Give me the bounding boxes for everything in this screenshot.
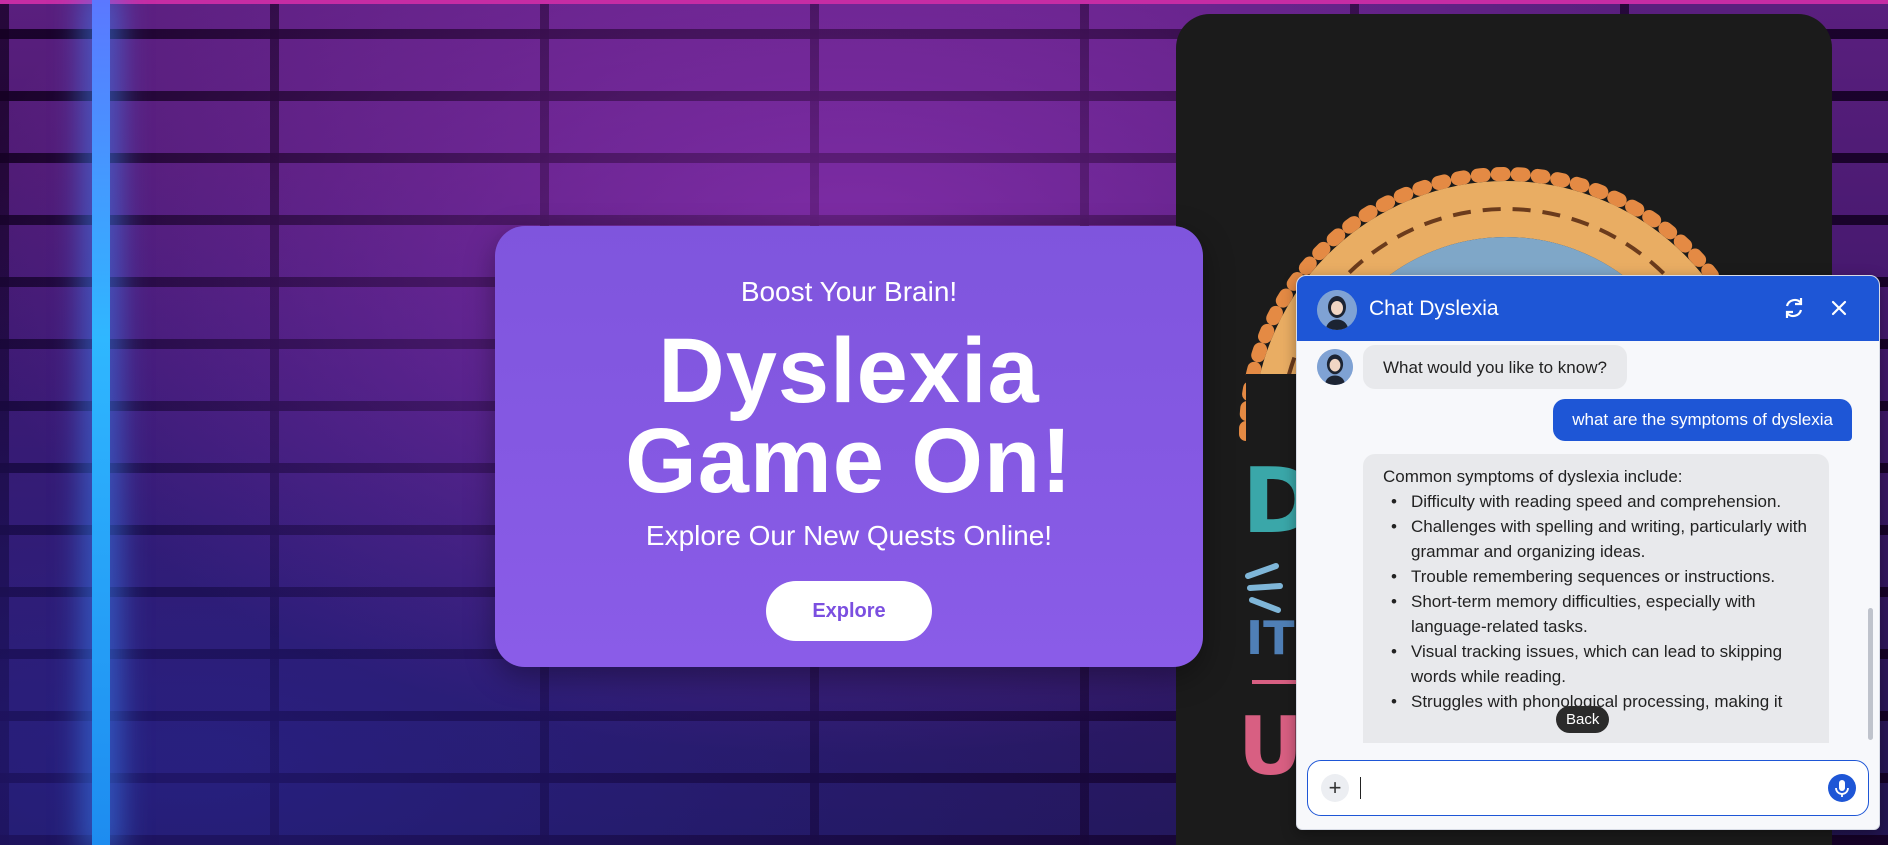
bot-avatar-icon (1317, 349, 1353, 385)
message-avatar (1317, 349, 1353, 385)
chat-title: Chat Dyslexia (1369, 297, 1499, 320)
microphone-icon (1835, 780, 1849, 797)
svg-text:U: U (1238, 700, 1303, 793)
add-attachment-button[interactable]: + (1321, 774, 1349, 802)
message-composer: + (1307, 760, 1869, 816)
hero-title-line-2: Game On! (625, 410, 1073, 512)
chat-scrollbar[interactable] (1868, 608, 1873, 740)
plus-icon: + (1328, 775, 1342, 800)
message-input[interactable] (1358, 773, 1782, 805)
chat-header: Chat Dyslexia (1297, 276, 1879, 341)
chat-widget: Chat Dyslexia What would you like to kno… (1296, 275, 1880, 830)
user-message: what are the symptoms of dyslexia (1553, 399, 1852, 441)
hero-kicker: Boost Your Brain! (740, 276, 958, 307)
microphone-button[interactable] (1828, 774, 1856, 802)
hero-card: Boost Your Brain! Dyslexia Game On! Expl… (495, 226, 1203, 667)
refresh-button[interactable] (1780, 294, 1808, 322)
hero-title: Dyslexia Game On! (495, 320, 1203, 512)
text-caret (1360, 777, 1361, 799)
close-button[interactable] (1825, 294, 1853, 322)
top-accent-strip (0, 0, 1888, 4)
list-item: Challenges with spelling and writing, pa… (1391, 514, 1809, 564)
hero-title-line-1: Dyslexia (658, 320, 1040, 422)
message-list[interactable]: What would you like to know? what are th… (1297, 341, 1879, 743)
close-icon (1831, 300, 1847, 316)
answer-intro: Common symptoms of dyslexia include: (1383, 467, 1683, 486)
bot-answer-message: Common symptoms of dyslexia include: Dif… (1363, 454, 1829, 743)
back-tooltip: Back (1556, 706, 1610, 733)
bot-greeting-message: What would you like to know? (1363, 345, 1627, 389)
bot-avatar (1317, 290, 1357, 330)
list-item: Short-term memory difficulties, especial… (1391, 589, 1809, 639)
list-item: Visual tracking issues, which can lead t… (1391, 639, 1809, 689)
refresh-icon (1785, 298, 1803, 318)
explore-button[interactable]: Explore (766, 581, 932, 641)
list-item: Difficulty with reading speed and compre… (1391, 489, 1809, 514)
symptom-list: Difficulty with reading speed and compre… (1383, 489, 1809, 714)
hero-subtitle: Explore Our New Quests Online! (645, 520, 1053, 551)
bot-avatar-icon (1317, 290, 1357, 330)
list-item: Trouble remembering sequences or instruc… (1391, 564, 1809, 589)
neon-light-bar (92, 0, 110, 845)
